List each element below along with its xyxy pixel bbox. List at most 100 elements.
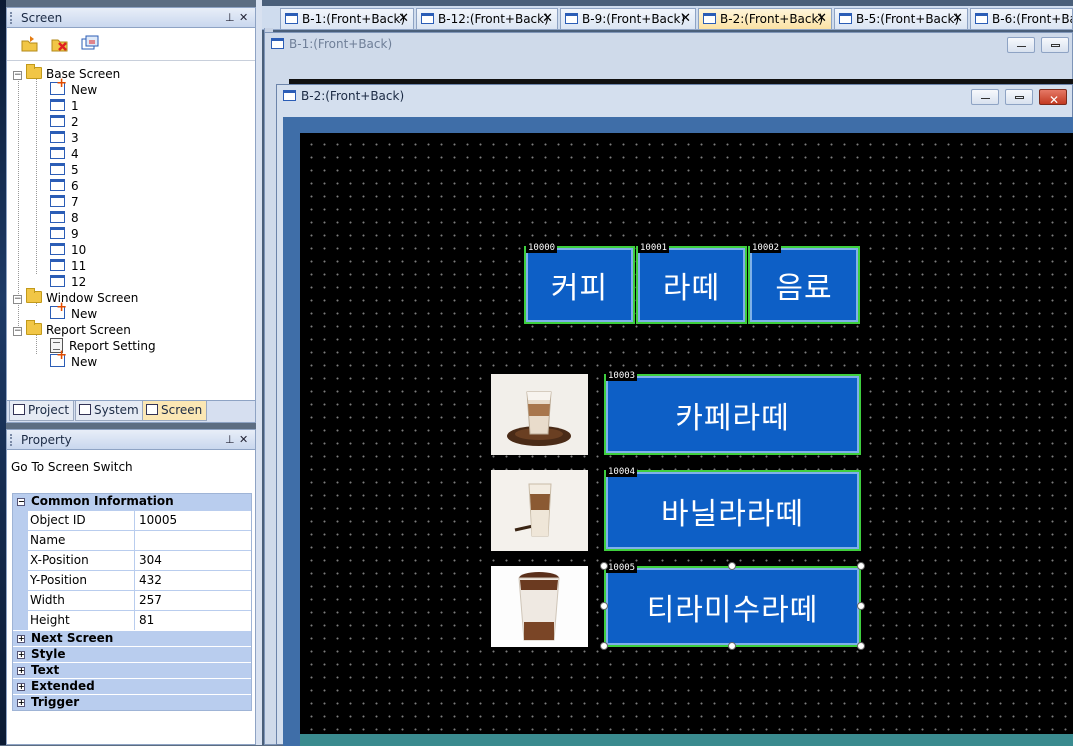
expand-icon[interactable]: + xyxy=(17,683,25,691)
category-text[interactable]: + Text xyxy=(13,662,251,678)
screen-toolbar xyxy=(7,28,255,61)
group-header[interactable]: − Common Information xyxy=(13,494,251,510)
open-folder-icon[interactable] xyxy=(21,35,39,53)
latte-button[interactable]: 10001 라떼 xyxy=(636,244,747,324)
minimize-button[interactable] xyxy=(1007,37,1035,53)
tab-b-5[interactable]: B-5:(Front+Back) ✕ xyxy=(834,8,968,29)
resize-handle[interactable] xyxy=(728,642,736,650)
property-value-object-id[interactable]: 10005 xyxy=(135,511,251,530)
resize-handle[interactable] xyxy=(600,602,608,610)
vanilla-latte-button[interactable]: 10004 바닐라라떼 xyxy=(604,468,861,551)
pin-icon[interactable]: ⊥ xyxy=(225,430,235,450)
screen-panel: Screen ⊥ ✕ −Base Screen New 1 2 3 4 5 6 … xyxy=(6,7,256,401)
tree-screen-2[interactable]: 2 xyxy=(50,114,79,130)
tree-window-new[interactable]: New xyxy=(50,300,97,322)
folder-icon xyxy=(26,320,42,335)
tree-screen-9[interactable]: 9 xyxy=(50,226,79,242)
minimize-button[interactable] xyxy=(971,89,999,105)
tree-label: New xyxy=(71,83,98,97)
tree-screen-11[interactable]: 11 xyxy=(50,258,86,274)
tab-system[interactable]: System xyxy=(75,401,144,421)
tree-report-new[interactable]: New xyxy=(50,348,97,370)
close-tab-icon[interactable]: ✕ xyxy=(542,9,553,29)
grip-icon[interactable] xyxy=(10,12,14,24)
property-value-height[interactable]: 81 xyxy=(135,611,251,630)
beverage-button[interactable]: 10002 음료 xyxy=(748,244,860,324)
maximize-button[interactable] xyxy=(1041,37,1069,53)
tab-b-6[interactable]: B-6:(Front+Back) xyxy=(970,8,1073,29)
expand-icon[interactable]: + xyxy=(17,635,25,643)
category-next-screen[interactable]: + Next Screen xyxy=(13,630,251,646)
window-b-2-titlebar[interactable]: B-2:(Front+Back) ✕ xyxy=(277,85,1072,107)
restore-button[interactable] xyxy=(1005,89,1033,105)
close-button[interactable]: ✕ xyxy=(1039,89,1067,107)
tab-b-2[interactable]: B-2:(Front+Back) ✕ xyxy=(698,8,832,29)
screen-properties-icon[interactable] xyxy=(81,35,99,53)
tab-b-12[interactable]: B-12:(Front+Back) ✕ xyxy=(416,8,558,29)
expand-icon[interactable]: + xyxy=(17,699,25,707)
property-value-y[interactable]: 432 xyxy=(135,571,251,590)
property-panel-title: Property xyxy=(21,433,72,447)
tree-base-new[interactable]: New xyxy=(50,76,98,98)
category-label: Trigger xyxy=(31,695,80,709)
design-canvas[interactable]: 10000 커피 10001 라떼 10002 음료 10003 카페라떼 10… xyxy=(300,133,1073,746)
grip-icon[interactable] xyxy=(10,434,14,446)
tree-report-screen[interactable]: − Report Screen xyxy=(13,320,131,338)
property-row: Name xyxy=(13,530,251,550)
resize-handle[interactable] xyxy=(857,562,865,570)
tree-screen-5[interactable]: 5 xyxy=(50,162,79,178)
property-value-width[interactable]: 257 xyxy=(135,591,251,610)
tree-window-screen[interactable]: − Window Screen xyxy=(13,288,138,306)
property-row: Height 81 xyxy=(13,610,251,630)
tab-label: B-9:(Front+Back) xyxy=(582,12,686,26)
delete-screen-icon[interactable] xyxy=(51,35,69,53)
cafe-latte-button[interactable]: 10003 카페라떼 xyxy=(604,372,861,455)
resize-handle[interactable] xyxy=(600,642,608,650)
close-icon[interactable]: ✕ xyxy=(239,8,248,28)
screen-icon xyxy=(421,13,434,24)
expand-icon[interactable]: + xyxy=(17,667,25,675)
tab-b-1[interactable]: B-1:(Front+Back) ✕ xyxy=(280,8,414,29)
category-style[interactable]: + Style xyxy=(13,646,251,662)
collapse-icon[interactable]: − xyxy=(13,71,22,80)
tree-screen-7[interactable]: 7 xyxy=(50,194,79,210)
collapse-icon[interactable]: − xyxy=(17,498,25,506)
close-tab-icon[interactable]: ✕ xyxy=(680,9,691,29)
close-icon[interactable]: ✕ xyxy=(239,430,248,450)
property-grid: − Common Information Object ID 10005 Name … xyxy=(12,493,252,711)
collapse-icon[interactable]: − xyxy=(13,295,22,304)
tab-b-9[interactable]: B-9:(Front+Back) ✕ xyxy=(560,8,696,29)
tree-screen-4[interactable]: 4 xyxy=(50,146,79,162)
coffee-button[interactable]: 10000 커피 xyxy=(524,244,635,324)
tree-screen-12[interactable]: 12 xyxy=(50,274,86,290)
tiramisu-latte-image xyxy=(491,566,588,647)
tree-label: 5 xyxy=(71,163,79,177)
resize-handle[interactable] xyxy=(728,562,736,570)
tab-label: B-6:(Front+Back) xyxy=(992,12,1072,26)
category-extended[interactable]: + Extended xyxy=(13,678,251,694)
tab-screen[interactable]: Screen xyxy=(142,401,208,421)
expand-icon[interactable]: + xyxy=(17,651,25,659)
tree-screen-8[interactable]: 8 xyxy=(50,210,79,226)
tree-screen-1[interactable]: 1 xyxy=(50,98,79,114)
property-value-x[interactable]: 304 xyxy=(135,551,251,570)
tab-project[interactable]: Project xyxy=(9,401,75,421)
property-value-name[interactable] xyxy=(135,531,251,550)
pin-icon[interactable]: ⊥ xyxy=(225,8,235,28)
resize-handle[interactable] xyxy=(857,642,865,650)
resize-handle[interactable] xyxy=(600,562,608,570)
close-tab-icon[interactable]: ✕ xyxy=(816,9,827,29)
group-label: Common Information xyxy=(31,494,174,508)
close-tab-icon[interactable]: ✕ xyxy=(398,9,409,29)
window-b-1-titlebar[interactable]: B-1:(Front+Back) xyxy=(265,33,1072,55)
collapse-icon[interactable]: − xyxy=(13,327,22,336)
property-key: Y-Position xyxy=(28,571,135,590)
tree-screen-10[interactable]: 10 xyxy=(50,242,86,258)
category-trigger[interactable]: + Trigger xyxy=(13,694,251,710)
tree-screen-6[interactable]: 6 xyxy=(50,178,79,194)
close-tab-icon[interactable]: ✕ xyxy=(952,9,963,29)
cafe-latte-image xyxy=(491,374,588,455)
tree-screen-3[interactable]: 3 xyxy=(50,130,79,146)
tiramisu-latte-button[interactable]: 10005 티라미수라떼 xyxy=(604,564,861,647)
resize-handle[interactable] xyxy=(857,602,865,610)
